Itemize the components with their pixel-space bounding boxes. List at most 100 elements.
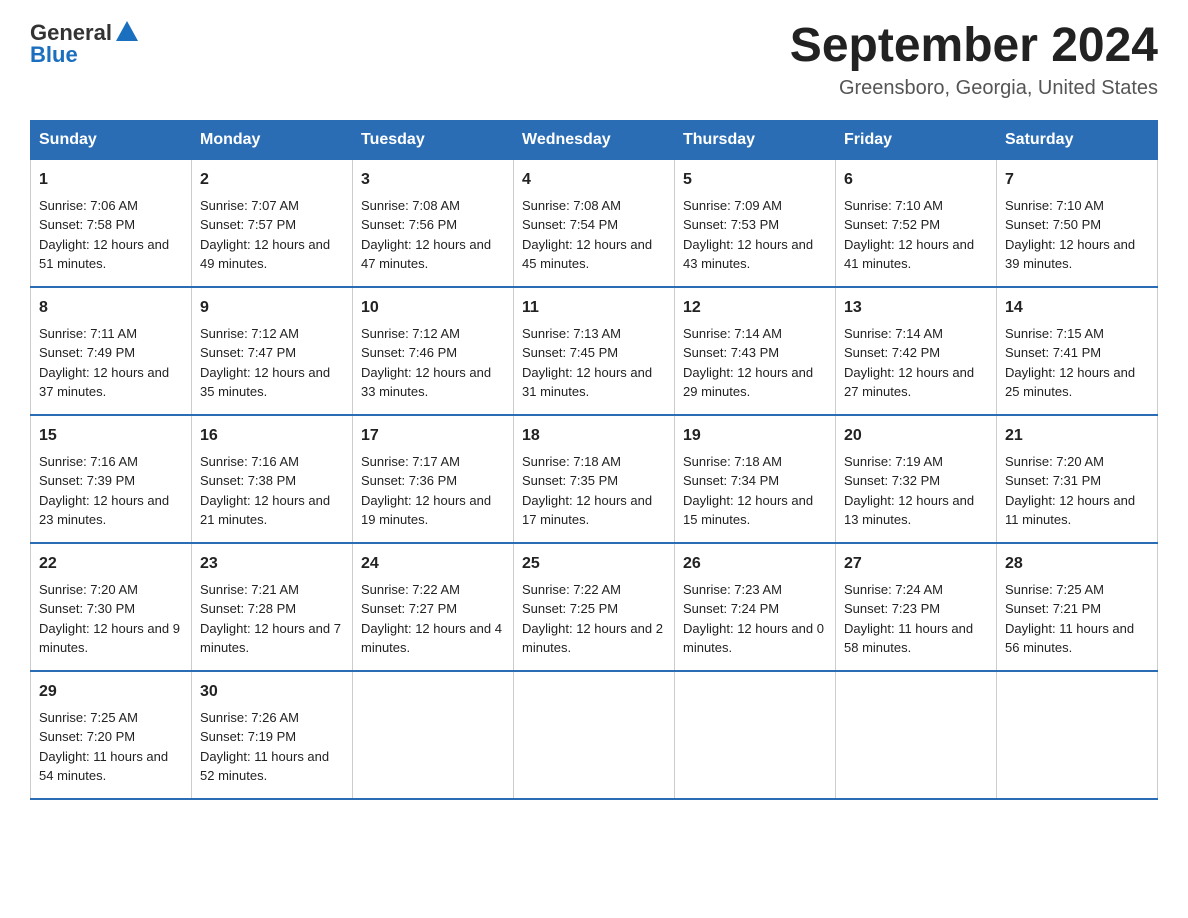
sunset-text: Sunset: 7:21 PM — [1005, 599, 1149, 619]
sunrise-text: Sunrise: 7:16 AM — [200, 452, 344, 472]
daylight-text: Daylight: 12 hours and 0 minutes. — [683, 619, 827, 658]
daylight-text: Daylight: 12 hours and 41 minutes. — [844, 235, 988, 274]
sunset-text: Sunset: 7:31 PM — [1005, 471, 1149, 491]
logo: General Blue — [30, 20, 138, 68]
location-text: Greensboro, Georgia, United States — [790, 77, 1158, 100]
sunrise-text: Sunrise: 7:25 AM — [1005, 580, 1149, 600]
daylight-text: Daylight: 12 hours and 29 minutes. — [683, 363, 827, 402]
calendar-day-cell: 1Sunrise: 7:06 AMSunset: 7:58 PMDaylight… — [31, 159, 192, 287]
calendar-day-cell: 8Sunrise: 7:11 AMSunset: 7:49 PMDaylight… — [31, 287, 192, 415]
day-number: 6 — [844, 168, 988, 192]
day-number: 22 — [39, 552, 183, 576]
calendar-day-cell: 13Sunrise: 7:14 AMSunset: 7:42 PMDayligh… — [836, 287, 997, 415]
daylight-text: Daylight: 12 hours and 39 minutes. — [1005, 235, 1149, 274]
day-number: 13 — [844, 296, 988, 320]
calendar-day-cell: 25Sunrise: 7:22 AMSunset: 7:25 PMDayligh… — [514, 543, 675, 671]
daylight-text: Daylight: 12 hours and 2 minutes. — [522, 619, 666, 658]
daylight-text: Daylight: 12 hours and 49 minutes. — [200, 235, 344, 274]
sunrise-text: Sunrise: 7:15 AM — [1005, 324, 1149, 344]
calendar-day-cell: 30Sunrise: 7:26 AMSunset: 7:19 PMDayligh… — [192, 671, 353, 799]
day-number: 7 — [1005, 168, 1149, 192]
day-number: 9 — [200, 296, 344, 320]
daylight-text: Daylight: 12 hours and 17 minutes. — [522, 491, 666, 530]
day-number: 19 — [683, 424, 827, 448]
daylight-text: Daylight: 12 hours and 35 minutes. — [200, 363, 344, 402]
logo-triangle-icon — [116, 21, 138, 46]
sunset-text: Sunset: 7:36 PM — [361, 471, 505, 491]
sunrise-text: Sunrise: 7:20 AM — [39, 580, 183, 600]
calendar-day-cell: 2Sunrise: 7:07 AMSunset: 7:57 PMDaylight… — [192, 159, 353, 287]
sunset-text: Sunset: 7:25 PM — [522, 599, 666, 619]
daylight-text: Daylight: 12 hours and 11 minutes. — [1005, 491, 1149, 530]
daylight-text: Daylight: 12 hours and 4 minutes. — [361, 619, 505, 658]
daylight-text: Daylight: 12 hours and 13 minutes. — [844, 491, 988, 530]
sunrise-text: Sunrise: 7:18 AM — [683, 452, 827, 472]
sunset-text: Sunset: 7:32 PM — [844, 471, 988, 491]
daylight-text: Daylight: 12 hours and 51 minutes. — [39, 235, 183, 274]
sunrise-text: Sunrise: 7:23 AM — [683, 580, 827, 600]
sunset-text: Sunset: 7:23 PM — [844, 599, 988, 619]
sunset-text: Sunset: 7:56 PM — [361, 215, 505, 235]
sunrise-text: Sunrise: 7:14 AM — [683, 324, 827, 344]
day-number: 24 — [361, 552, 505, 576]
sunrise-text: Sunrise: 7:10 AM — [844, 196, 988, 216]
sunrise-text: Sunrise: 7:17 AM — [361, 452, 505, 472]
day-number: 29 — [39, 680, 183, 704]
daylight-text: Daylight: 12 hours and 37 minutes. — [39, 363, 183, 402]
calendar-day-cell: 7Sunrise: 7:10 AMSunset: 7:50 PMDaylight… — [997, 159, 1158, 287]
day-number: 14 — [1005, 296, 1149, 320]
day-number: 23 — [200, 552, 344, 576]
sunrise-text: Sunrise: 7:13 AM — [522, 324, 666, 344]
weekday-header-tuesday: Tuesday — [353, 120, 514, 159]
day-number: 25 — [522, 552, 666, 576]
sunset-text: Sunset: 7:57 PM — [200, 215, 344, 235]
calendar-day-cell: 10Sunrise: 7:12 AMSunset: 7:46 PMDayligh… — [353, 287, 514, 415]
calendar-header-row: SundayMondayTuesdayWednesdayThursdayFrid… — [31, 120, 1158, 159]
daylight-text: Daylight: 12 hours and 19 minutes. — [361, 491, 505, 530]
calendar-day-cell: 24Sunrise: 7:22 AMSunset: 7:27 PMDayligh… — [353, 543, 514, 671]
calendar-day-cell — [353, 671, 514, 799]
calendar-day-cell — [675, 671, 836, 799]
calendar-day-cell — [514, 671, 675, 799]
calendar-day-cell: 26Sunrise: 7:23 AMSunset: 7:24 PMDayligh… — [675, 543, 836, 671]
calendar-day-cell: 22 Sunrise: 7:20 AMSunset: 7:30 PMDayligh… — [31, 543, 192, 671]
day-number: 16 — [200, 424, 344, 448]
day-number: 4 — [522, 168, 666, 192]
day-number: 11 — [522, 296, 666, 320]
daylight-text: Daylight: 12 hours and 31 minutes. — [522, 363, 666, 402]
sunrise-text: Sunrise: 7:16 AM — [39, 452, 183, 472]
sunrise-text: Sunrise: 7:24 AM — [844, 580, 988, 600]
sunset-text: Sunset: 7:54 PM — [522, 215, 666, 235]
daylight-text: Daylight: 12 hours and 9 minutes. — [39, 619, 183, 658]
sunset-text: Sunset: 7:30 PM — [39, 599, 183, 619]
calendar-day-cell: 5Sunrise: 7:09 AMSunset: 7:53 PMDaylight… — [675, 159, 836, 287]
sunrise-text: Sunrise: 7:22 AM — [361, 580, 505, 600]
weekday-header-wednesday: Wednesday — [514, 120, 675, 159]
calendar-day-cell: 27Sunrise: 7:24 AMSunset: 7:23 PMDayligh… — [836, 543, 997, 671]
logo-blue-text: Blue — [30, 42, 78, 68]
calendar-day-cell: 3Sunrise: 7:08 AMSunset: 7:56 PMDaylight… — [353, 159, 514, 287]
sunrise-text: Sunrise: 7:08 AM — [522, 196, 666, 216]
weekday-header-thursday: Thursday — [675, 120, 836, 159]
sunrise-text: Sunrise: 7:20 AM — [1005, 452, 1149, 472]
day-number: 27 — [844, 552, 988, 576]
calendar-table: SundayMondayTuesdayWednesdayThursdayFrid… — [30, 120, 1158, 800]
calendar-day-cell: 14Sunrise: 7:15 AMSunset: 7:41 PMDayligh… — [997, 287, 1158, 415]
sunrise-text: Sunrise: 7:07 AM — [200, 196, 344, 216]
calendar-day-cell: 11Sunrise: 7:13 AMSunset: 7:45 PMDayligh… — [514, 287, 675, 415]
calendar-day-cell: 6Sunrise: 7:10 AMSunset: 7:52 PMDaylight… — [836, 159, 997, 287]
day-number: 15 — [39, 424, 183, 448]
sunset-text: Sunset: 7:43 PM — [683, 343, 827, 363]
sunrise-text: Sunrise: 7:12 AM — [361, 324, 505, 344]
calendar-week-row: 22Sunrise: 7:20 AMSunset: 7:30 PMDayligh… — [31, 543, 1158, 671]
day-number: 28 — [1005, 552, 1149, 576]
sunset-text: Sunset: 7:34 PM — [683, 471, 827, 491]
calendar-week-row: 29Sunrise: 7:25 AMSunset: 7:20 PMDayligh… — [31, 671, 1158, 799]
page-header: General Blue September 2024 Greensboro, … — [30, 20, 1158, 100]
calendar-day-cell: 20Sunrise: 7:19 AMSunset: 7:32 PMDayligh… — [836, 415, 997, 543]
daylight-text: Daylight: 12 hours and 23 minutes. — [39, 491, 183, 530]
calendar-day-cell: 16Sunrise: 7:16 AMSunset: 7:38 PMDayligh… — [192, 415, 353, 543]
sunrise-text: Sunrise: 7:10 AM — [1005, 196, 1149, 216]
sunset-text: Sunset: 7:46 PM — [361, 343, 505, 363]
daylight-text: Daylight: 11 hours and 52 minutes. — [200, 747, 344, 786]
